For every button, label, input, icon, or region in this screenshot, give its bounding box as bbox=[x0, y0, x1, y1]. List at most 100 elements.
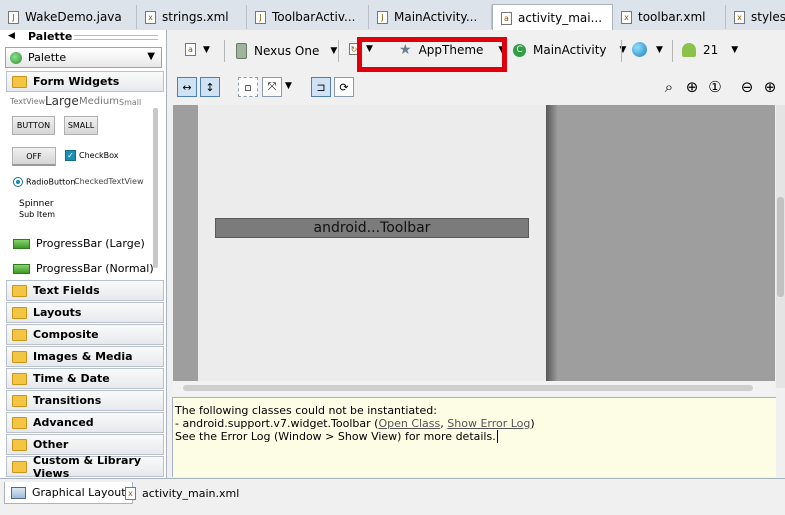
layout-view-icon: ⊐ bbox=[316, 80, 326, 94]
chevron-down-icon: ▼ bbox=[147, 51, 155, 62]
tab-label: MainActivity... bbox=[394, 10, 478, 24]
category-custom-library-views[interactable]: Custom & Library Views bbox=[6, 453, 164, 480]
palette-scrollbar[interactable] bbox=[153, 108, 158, 268]
category-label: Custom & Library Views bbox=[33, 453, 142, 480]
widget-toggle-button[interactable]: OFF bbox=[12, 147, 56, 166]
category-label: Images & Media bbox=[33, 350, 133, 363]
error-class-suffix: ) bbox=[530, 417, 535, 430]
widget-progressbar-normal[interactable]: ProgressBar (Normal) bbox=[13, 262, 154, 275]
category-composite[interactable]: Composite bbox=[6, 324, 164, 345]
folder-icon bbox=[12, 350, 27, 363]
zoom-real-size-icon[interactable]: ⊕ bbox=[683, 78, 701, 96]
folder-open-icon bbox=[12, 75, 27, 88]
folder-icon bbox=[12, 394, 27, 407]
widget-button[interactable]: BUTTON bbox=[12, 116, 55, 135]
tab-label: WakeDemo.java bbox=[25, 10, 122, 24]
palette-selector[interactable]: Palette ▼ bbox=[5, 47, 162, 68]
folder-icon bbox=[12, 416, 27, 429]
category-layouts[interactable]: Layouts bbox=[6, 302, 164, 323]
widget-radiobutton[interactable]: RadioButton bbox=[13, 177, 75, 187]
margins-button[interactable]: ▫ bbox=[238, 77, 258, 97]
widget-textview[interactable]: TextView bbox=[10, 97, 45, 106]
tab-toolbar-xml[interactable]: x toolbar.xml bbox=[613, 5, 726, 29]
graphical-layout-icon bbox=[11, 486, 26, 499]
chevron-down-icon: ▼ bbox=[203, 44, 210, 55]
toggle-view-button[interactable]: ⊐ bbox=[311, 77, 331, 97]
tab-label: strings.xml bbox=[162, 10, 229, 24]
layout-config-icon: a bbox=[185, 43, 196, 56]
chevron-down-icon: ▼ bbox=[656, 44, 663, 55]
widget-progressbar-large[interactable]: ProgressBar (Large) bbox=[13, 237, 145, 250]
refresh-layout-button[interactable]: ⟳ bbox=[334, 77, 354, 97]
fill-width-button[interactable]: ↔ bbox=[177, 77, 197, 97]
category-transitions[interactable]: Transitions bbox=[6, 390, 164, 411]
config-chooser[interactable]: a ▼ bbox=[185, 43, 210, 56]
java-file-icon: J bbox=[8, 10, 19, 24]
api-level-label: 21 bbox=[703, 43, 719, 57]
zoom-100-icon[interactable]: ① bbox=[706, 78, 724, 96]
layout-options-dropdown[interactable]: ▼ bbox=[285, 81, 292, 91]
tab-activity-main-xml[interactable]: x activity_main.xml bbox=[119, 482, 245, 504]
checkbox-checked-icon: ✓ bbox=[65, 150, 76, 161]
error-line-3: See the Error Log (Window > Show View) f… bbox=[175, 430, 776, 443]
palette-title: Palette bbox=[28, 30, 73, 43]
device-screen[interactable]: android...Toolbar bbox=[198, 105, 546, 381]
scrollbar-thumb[interactable] bbox=[777, 197, 784, 297]
tab-wakedemo-java[interactable]: J WakeDemo.java bbox=[0, 5, 137, 29]
toolbar-separator bbox=[338, 40, 339, 62]
tab-toolbaractivity[interactable]: J ToolbarActiv... bbox=[247, 5, 369, 29]
category-images-media[interactable]: Images & Media bbox=[6, 346, 164, 367]
xml-file-icon: x bbox=[734, 10, 745, 24]
scrollbar-thumb[interactable] bbox=[183, 385, 753, 391]
widget-large-text[interactable]: Large bbox=[45, 94, 79, 108]
chevron-down-icon: ▼ bbox=[731, 45, 739, 55]
canvas-vertical-scrollbar[interactable] bbox=[776, 105, 785, 388]
widget-small-button[interactable]: SMALL bbox=[64, 116, 98, 135]
tab-activity-main[interactable]: a activity_mai... ✕ bbox=[492, 4, 613, 30]
palette-selector-label: Palette bbox=[28, 51, 67, 64]
toolbar-widget-preview[interactable]: android...Toolbar bbox=[215, 218, 529, 238]
tab-styles-xml[interactable]: x styles.xm bbox=[726, 5, 785, 29]
tab-label: styles.xm bbox=[751, 10, 785, 24]
zoom-fit-icon[interactable]: ⌕ bbox=[660, 78, 678, 96]
category-text-fields[interactable]: Text Fields bbox=[6, 280, 164, 301]
palette-panel: ◀ Palette Palette ▼ Form Widgets TextVie… bbox=[0, 30, 167, 480]
zoom-in-icon[interactable]: ⊕ bbox=[761, 78, 779, 96]
canvas-horizontal-scrollbar[interactable] bbox=[173, 381, 775, 395]
fill-height-button[interactable]: ↕ bbox=[200, 77, 220, 97]
error-class-text: - android.support.v7.widget.Toolbar ( bbox=[175, 417, 379, 430]
widget-checkbox[interactable]: ✓ CheckBox bbox=[65, 150, 118, 161]
device-label: Nexus One bbox=[254, 44, 320, 58]
show-error-log-link[interactable]: Show Error Log bbox=[447, 417, 530, 430]
layout-canvas[interactable]: android...Toolbar bbox=[173, 105, 775, 381]
toolbar-separator bbox=[224, 40, 225, 62]
widget-spinner[interactable]: Spinner bbox=[19, 199, 54, 209]
toolbar-separator bbox=[672, 40, 673, 62]
collapse-arrow-icon[interactable]: ◀ bbox=[8, 31, 15, 41]
zoom-out-icon[interactable]: ⊖ bbox=[738, 78, 756, 96]
layout-options-button[interactable]: ⤧ bbox=[262, 77, 282, 97]
widget-checkedtextview[interactable]: CheckedTextView bbox=[74, 177, 144, 186]
widget-medium-text[interactable]: Medium bbox=[79, 96, 119, 107]
category-label: Transitions bbox=[33, 394, 102, 407]
tab-label: toolbar.xml bbox=[638, 10, 706, 24]
open-class-link[interactable]: Open Class bbox=[378, 417, 440, 430]
device-chooser[interactable]: Nexus One ▼ bbox=[236, 43, 337, 59]
tab-strings-xml[interactable]: x strings.xml bbox=[137, 5, 247, 29]
form-widgets-list: TextView Large Medium Small BUTTON SMALL… bbox=[6, 93, 156, 279]
tab-graphical-layout[interactable]: Graphical Layout bbox=[4, 482, 133, 504]
tab-mainactivity[interactable]: J MainActivity... bbox=[369, 5, 492, 29]
category-advanced[interactable]: Advanced bbox=[6, 412, 164, 433]
tab-label: ToolbarActiv... bbox=[272, 10, 356, 24]
category-form-widgets[interactable]: Form Widgets bbox=[6, 71, 164, 92]
folder-icon bbox=[12, 284, 27, 297]
category-time-date[interactable]: Time & Date bbox=[6, 368, 164, 389]
chevron-down-icon: ▼ bbox=[285, 81, 292, 91]
locale-chooser[interactable]: ▼ bbox=[632, 42, 663, 57]
refresh-icon: ⟳ bbox=[339, 80, 349, 94]
api-level-chooser[interactable]: 21 ▼ bbox=[682, 43, 738, 57]
category-other[interactable]: Other bbox=[6, 434, 164, 455]
activity-chooser[interactable]: C MainActivity ▼ bbox=[513, 43, 626, 57]
widget-small-text[interactable]: Small bbox=[119, 98, 141, 107]
globe-icon bbox=[632, 42, 647, 57]
